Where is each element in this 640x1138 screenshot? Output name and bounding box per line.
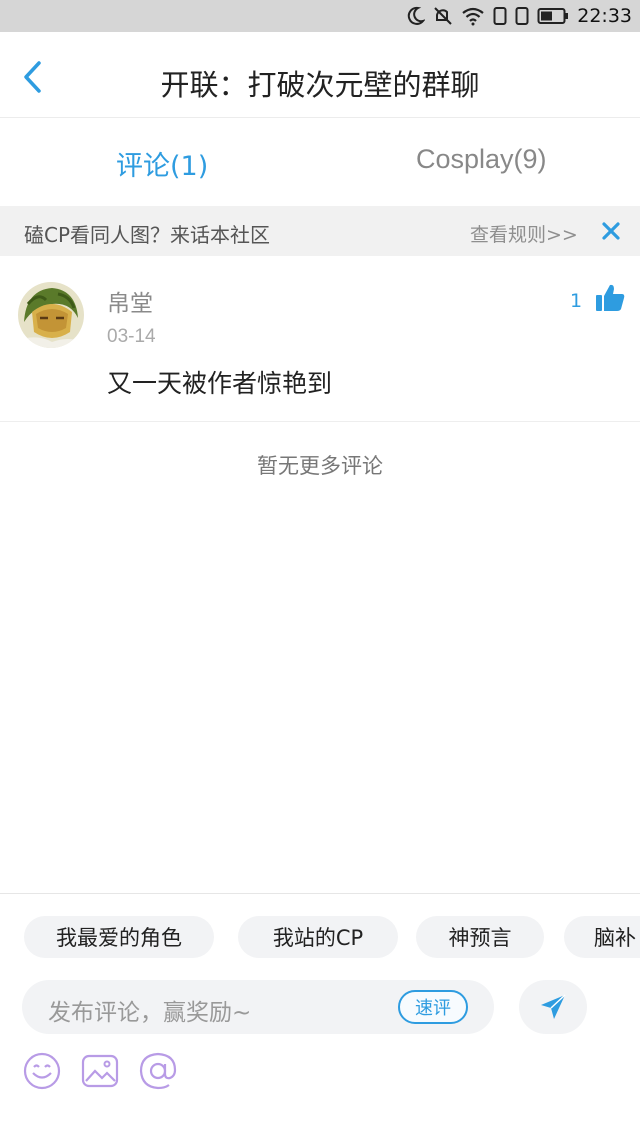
comment-composer: 我最爱的角色 我站的CP 神预言 脑补 发布评论，赢奖励~ 速评 (0, 893, 640, 1138)
avatar-image (18, 282, 84, 348)
status-time: 22:33 (577, 5, 632, 27)
wifi-icon (462, 7, 484, 26)
emoji-button[interactable] (22, 1051, 62, 1091)
tab-comments[interactable]: 评论(1) (116, 144, 208, 183)
moon-icon (408, 6, 426, 25)
sim-card-icon-2 (515, 7, 529, 25)
close-icon (602, 222, 620, 240)
like-count: 1 (570, 290, 583, 312)
page-title: 开联：打破次元壁的群聊 (160, 68, 480, 102)
back-button[interactable] (18, 60, 48, 94)
battery-icon (537, 8, 569, 24)
avatar[interactable] (18, 282, 84, 348)
mute-icon (434, 7, 452, 25)
status-icons: 22:33 (407, 0, 632, 32)
comment-item: 帛堂 03-14 又一天被作者惊艳到 1 (0, 256, 640, 422)
comment-date: 03-14 (107, 326, 156, 347)
quick-chip-row: 我最爱的角色 我站的CP 神预言 脑补 (0, 916, 640, 960)
send-button[interactable] (519, 980, 587, 1034)
at-icon (139, 1052, 177, 1090)
view-rules-link[interactable]: 查看规则>> (470, 220, 578, 247)
comment-username[interactable]: 帛堂 (107, 284, 153, 318)
comment-text: 又一天被作者惊艳到 (107, 369, 333, 398)
tab-bar: 评论(1) Cosplay(9) (0, 118, 640, 206)
quick-chip-imagine[interactable]: 脑补 (564, 916, 640, 958)
no-more-comments: 暂无更多评论 (257, 454, 383, 478)
chevron-left-icon (24, 61, 41, 93)
emoji-icon (23, 1052, 61, 1090)
quick-chip-my-cp[interactable]: 我站的CP (238, 916, 398, 958)
status-bar: 22:33 (0, 0, 640, 32)
quick-chip-favorite-character[interactable]: 我最爱的角色 (24, 916, 214, 958)
like-button[interactable] (594, 282, 626, 314)
notice-text[interactable]: 磕CP看同人图？来话本社区 (24, 219, 270, 248)
image-button[interactable] (80, 1051, 120, 1091)
notice-banner: 磕CP看同人图？来话本社区 查看规则>> (0, 206, 640, 256)
sim-card-icon (493, 7, 507, 25)
comment-input-placeholder: 发布评论，赢奖励~ (48, 1000, 252, 1026)
header: 开联：打破次元壁的群聊 (0, 32, 640, 118)
comment-input[interactable]: 发布评论，赢奖励~ 速评 (22, 980, 494, 1034)
quick-chip-prophecy[interactable]: 神预言 (416, 916, 544, 958)
mention-button[interactable] (138, 1051, 178, 1091)
close-notice-button[interactable] (600, 220, 622, 242)
thumbs-up-icon (596, 284, 625, 311)
tab-cosplay[interactable]: Cosplay(9) (416, 144, 547, 175)
image-icon (81, 1054, 119, 1088)
send-icon (541, 994, 566, 1019)
quick-review-button[interactable]: 速评 (398, 990, 468, 1024)
